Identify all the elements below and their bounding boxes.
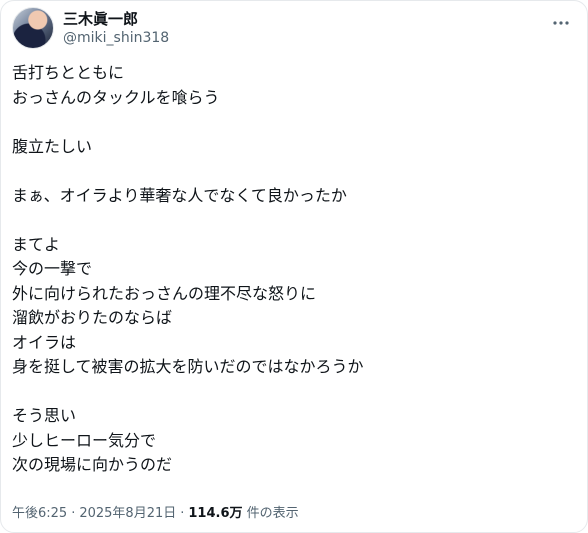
avatar[interactable]: [12, 7, 54, 49]
tweet-text-line: [12, 208, 572, 233]
view-count: 114.6万: [188, 506, 243, 521]
tweet-text-line: [12, 159, 572, 184]
tweet-card: 三木眞一郎 @miki_shin318 舌打ちとともにおっさんのタックルを喰らう…: [0, 0, 588, 533]
tweet-text-line: 溜飲がおりたのならば: [12, 308, 173, 327]
tweet-text-line: 腹立たしい: [12, 136, 93, 156]
more-horizontal-icon: [553, 21, 569, 25]
tweet-text-line: おっさんのタックルを喰らう: [12, 87, 220, 107]
tweet-text-line: 外に向けられたおっさんの理不尽な怒りに: [12, 283, 317, 303]
tweet-text: 舌打ちとともにおっさんのタックルを喰らう 腹立たしいまぁ、オイラより華奢な人でなく…: [12, 61, 572, 478]
tweet-text-line: 身を挺して被害の拡大を防いだのではなかろうか: [12, 357, 364, 376]
tweet-text-line: そう思い: [12, 406, 77, 425]
tweet-text-line: [12, 110, 572, 135]
tweet-text-line: 舌打ちとともに: [12, 63, 125, 82]
tweet-date[interactable]: 2025年8月21日: [79, 506, 176, 521]
meta-separator: ·: [71, 506, 76, 521]
author-handle[interactable]: @miki_shin318: [63, 29, 169, 47]
tweet-text-line: オイラは: [12, 332, 77, 352]
author-display-name[interactable]: 三木眞一郎: [63, 10, 169, 29]
view-count-suffix: 件の表示: [246, 506, 299, 521]
tweet-text-line: まてよ: [12, 234, 61, 254]
meta-separator: ·: [180, 506, 185, 521]
tweet-time[interactable]: 午後6:25: [12, 506, 67, 521]
tweet-header: 三木眞一郎 @miki_shin318: [12, 7, 169, 49]
tweet-text-line: 今の一撃で: [12, 259, 93, 278]
author-names: 三木眞一郎 @miki_shin318: [63, 10, 169, 47]
tweet-text-line: 少しヒーロー気分で: [12, 430, 157, 450]
more-options-button[interactable]: [549, 11, 573, 35]
tweet-text-line: 次の現場に向かうのだ: [12, 455, 173, 474]
tweet-meta: 午後6:25 · 2025年8月21日 · 114.6万 件の表示: [12, 504, 299, 524]
tweet-text-line: [12, 380, 572, 405]
tweet-text-line: まぁ、オイラより華奢な人でなくて良かったか: [12, 185, 347, 205]
